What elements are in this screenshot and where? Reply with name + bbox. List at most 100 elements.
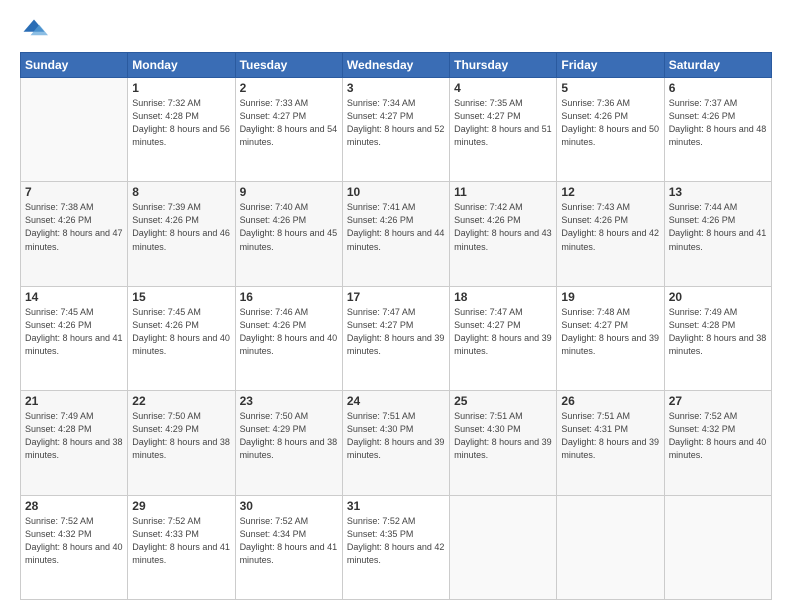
calendar-cell: 15 Sunrise: 7:45 AMSunset: 4:26 PMDayligh… [128,286,235,390]
calendar-cell: 12Sunrise: 7:43 AMSunset: 4:26 PMDayligh… [557,182,664,286]
calendar-cell: 2 Sunrise: 7:33 AMSunset: 4:27 PMDaylight… [235,78,342,182]
day-number: 24 [347,394,445,408]
day-number: 2 [240,81,338,95]
day-number: 23 [240,394,338,408]
day-info: Sunrise: 7:45 AMSunset: 4:26 PMDaylight:… [25,306,123,358]
day-info: Sunrise: 7:51 AMSunset: 4:30 PMDaylight:… [347,410,445,462]
day-info: Sunrise: 7:40 AMSunset: 4:26 PMDaylight:… [240,201,338,253]
day-number: 29 [132,499,230,513]
day-number: 3 [347,81,445,95]
day-number: 5 [561,81,659,95]
day-info: Sunrise: 7:39 AMSunset: 4:26 PMDaylight:… [132,201,230,253]
weekday-header: Tuesday [235,53,342,78]
day-info: Sunrise: 7:33 AMSunset: 4:27 PMDaylight:… [240,97,338,149]
calendar-cell: 9 Sunrise: 7:40 AMSunset: 4:26 PMDaylight… [235,182,342,286]
calendar-cell: 28 Sunrise: 7:52 AMSunset: 4:32 PMDayligh… [21,495,128,599]
day-number: 15 [132,290,230,304]
day-info: Sunrise: 7:52 AMSunset: 4:35 PMDaylight:… [347,515,445,567]
day-info: Sunrise: 7:52 AMSunset: 4:34 PMDaylight:… [240,515,338,567]
day-info: Sunrise: 7:46 AMSunset: 4:26 PMDaylight:… [240,306,338,358]
calendar-cell: 5 Sunrise: 7:36 AMSunset: 4:26 PMDaylight… [557,78,664,182]
day-info: Sunrise: 7:32 AMSunset: 4:28 PMDaylight:… [132,97,230,149]
day-number: 11 [454,185,552,199]
day-info: Sunrise: 7:35 AMSunset: 4:27 PMDaylight:… [454,97,552,149]
weekday-header: Thursday [450,53,557,78]
day-number: 20 [669,290,767,304]
day-number: 7 [25,185,123,199]
day-number: 14 [25,290,123,304]
calendar-cell: 22Sunrise: 7:50 AMSunset: 4:29 PMDayligh… [128,391,235,495]
day-number: 21 [25,394,123,408]
day-number: 31 [347,499,445,513]
day-number: 13 [669,185,767,199]
calendar-cell [450,495,557,599]
day-info: Sunrise: 7:34 AMSunset: 4:27 PMDaylight:… [347,97,445,149]
day-info: Sunrise: 7:48 AMSunset: 4:27 PMDaylight:… [561,306,659,358]
calendar-cell: 25Sunrise: 7:51 AMSunset: 4:30 PMDayligh… [450,391,557,495]
day-number: 18 [454,290,552,304]
calendar-cell: 7 Sunrise: 7:38 AMSunset: 4:26 PMDaylight… [21,182,128,286]
day-info: Sunrise: 7:52 AMSunset: 4:32 PMDaylight:… [25,515,123,567]
top-section [20,16,772,44]
day-number: 28 [25,499,123,513]
day-info: Sunrise: 7:47 AMSunset: 4:27 PMDaylight:… [454,306,552,358]
calendar-cell [664,495,771,599]
calendar-cell: 21 Sunrise: 7:49 AMSunset: 4:28 PMDayligh… [21,391,128,495]
calendar-cell: 1 Sunrise: 7:32 AMSunset: 4:28 PMDaylight… [128,78,235,182]
calendar-cell: 31 Sunrise: 7:52 AMSunset: 4:35 PMDayligh… [342,495,449,599]
calendar-cell [21,78,128,182]
day-number: 10 [347,185,445,199]
day-number: 9 [240,185,338,199]
page: SundayMondayTuesdayWednesdayThursdayFrid… [0,0,792,612]
day-info: Sunrise: 7:41 AMSunset: 4:26 PMDaylight:… [347,201,445,253]
calendar-table: SundayMondayTuesdayWednesdayThursdayFrid… [20,52,772,600]
calendar-cell: 26 Sunrise: 7:51 AMSunset: 4:31 PMDayligh… [557,391,664,495]
calendar-cell: 14 Sunrise: 7:45 AMSunset: 4:26 PMDayligh… [21,286,128,390]
calendar-week-row: 21 Sunrise: 7:49 AMSunset: 4:28 PMDayligh… [21,391,772,495]
day-number: 26 [561,394,659,408]
weekday-header: Monday [128,53,235,78]
calendar-cell: 3 Sunrise: 7:34 AMSunset: 4:27 PMDaylight… [342,78,449,182]
weekday-header: Sunday [21,53,128,78]
calendar-cell: 10 Sunrise: 7:41 AMSunset: 4:26 PMDayligh… [342,182,449,286]
calendar-cell: 24 Sunrise: 7:51 AMSunset: 4:30 PMDayligh… [342,391,449,495]
calendar-cell: 11Sunrise: 7:42 AMSunset: 4:26 PMDayligh… [450,182,557,286]
calendar-cell: 4 Sunrise: 7:35 AMSunset: 4:27 PMDaylight… [450,78,557,182]
day-info: Sunrise: 7:47 AMSunset: 4:27 PMDaylight:… [347,306,445,358]
day-info: Sunrise: 7:49 AMSunset: 4:28 PMDaylight:… [669,306,767,358]
day-info: Sunrise: 7:38 AMSunset: 4:26 PMDaylight:… [25,201,123,253]
weekday-header: Friday [557,53,664,78]
calendar-cell: 18 Sunrise: 7:47 AMSunset: 4:27 PMDayligh… [450,286,557,390]
calendar-cell: 16 Sunrise: 7:46 AMSunset: 4:26 PMDayligh… [235,286,342,390]
day-info: Sunrise: 7:49 AMSunset: 4:28 PMDaylight:… [25,410,123,462]
calendar-cell: 13 Sunrise: 7:44 AMSunset: 4:26 PMDayligh… [664,182,771,286]
day-info: Sunrise: 7:51 AMSunset: 4:31 PMDaylight:… [561,410,659,462]
logo [20,16,52,44]
calendar-cell: 6Sunrise: 7:37 AMSunset: 4:26 PMDaylight… [664,78,771,182]
day-info: Sunrise: 7:36 AMSunset: 4:26 PMDaylight:… [561,97,659,149]
calendar-week-row: 1 Sunrise: 7:32 AMSunset: 4:28 PMDaylight… [21,78,772,182]
calendar-cell: 23Sunrise: 7:50 AMSunset: 4:29 PMDayligh… [235,391,342,495]
day-number: 12 [561,185,659,199]
weekday-header: Wednesday [342,53,449,78]
logo-icon [20,16,48,44]
day-info: Sunrise: 7:45 AMSunset: 4:26 PMDaylight:… [132,306,230,358]
calendar-week-row: 14 Sunrise: 7:45 AMSunset: 4:26 PMDayligh… [21,286,772,390]
day-number: 4 [454,81,552,95]
day-info: Sunrise: 7:51 AMSunset: 4:30 PMDaylight:… [454,410,552,462]
calendar-cell [557,495,664,599]
calendar-week-row: 7 Sunrise: 7:38 AMSunset: 4:26 PMDaylight… [21,182,772,286]
calendar-cell: 30Sunrise: 7:52 AMSunset: 4:34 PMDayligh… [235,495,342,599]
calendar-cell: 17 Sunrise: 7:47 AMSunset: 4:27 PMDayligh… [342,286,449,390]
day-number: 16 [240,290,338,304]
day-info: Sunrise: 7:44 AMSunset: 4:26 PMDaylight:… [669,201,767,253]
day-info: Sunrise: 7:50 AMSunset: 4:29 PMDaylight:… [132,410,230,462]
day-number: 1 [132,81,230,95]
day-info: Sunrise: 7:52 AMSunset: 4:32 PMDaylight:… [669,410,767,462]
day-info: Sunrise: 7:52 AMSunset: 4:33 PMDaylight:… [132,515,230,567]
day-number: 6 [669,81,767,95]
calendar-cell: 8Sunrise: 7:39 AMSunset: 4:26 PMDaylight… [128,182,235,286]
day-number: 17 [347,290,445,304]
day-number: 27 [669,394,767,408]
calendar-cell: 19Sunrise: 7:48 AMSunset: 4:27 PMDayligh… [557,286,664,390]
